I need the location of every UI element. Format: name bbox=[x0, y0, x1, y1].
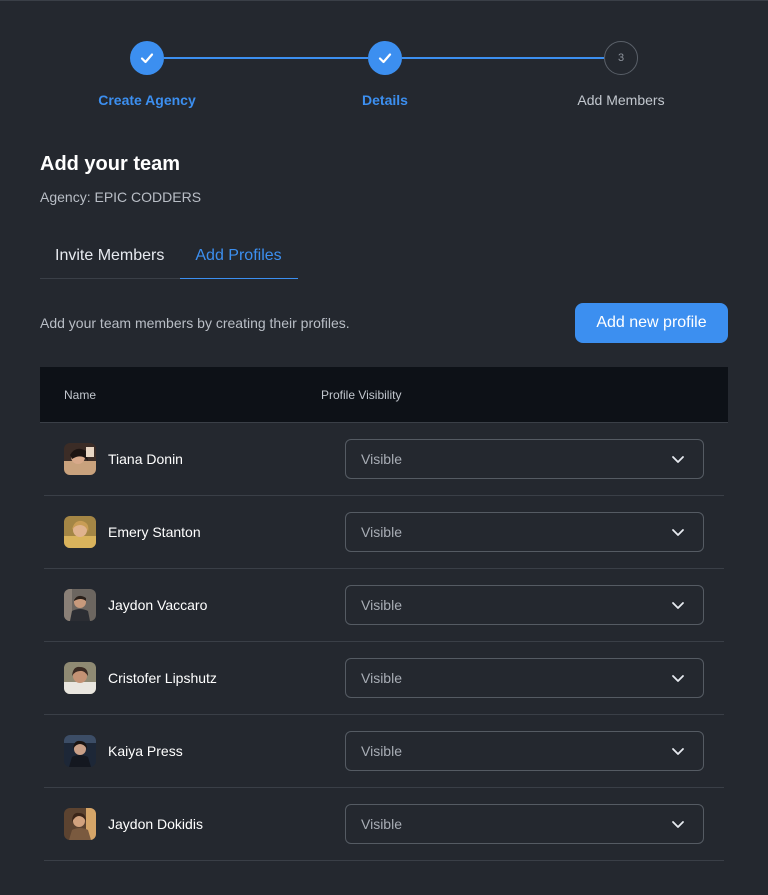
table-row: Emery Stanton Visible bbox=[44, 496, 724, 569]
name-cell: Jaydon Vaccaro bbox=[44, 589, 345, 621]
tab-bar: Invite Members Add Profiles bbox=[40, 237, 298, 279]
check-icon bbox=[130, 41, 164, 75]
step-label: Details bbox=[362, 92, 408, 108]
table-row: Kaiya Press Visible bbox=[44, 715, 724, 788]
avatar bbox=[64, 516, 96, 548]
name-cell: Cristofer Lipshutz bbox=[44, 662, 345, 694]
avatar bbox=[64, 808, 96, 840]
avatar bbox=[64, 735, 96, 767]
visibility-select[interactable]: Visible bbox=[345, 439, 704, 479]
column-header-visibility: Profile Visibility bbox=[321, 387, 402, 402]
visibility-value: Visible bbox=[361, 451, 402, 467]
name-cell: Tiana Donin bbox=[44, 443, 345, 475]
member-name: Jaydon Vaccaro bbox=[108, 597, 208, 613]
step-label: Create Agency bbox=[98, 92, 196, 108]
avatar bbox=[64, 589, 96, 621]
avatar bbox=[64, 662, 96, 694]
step-details[interactable]: Details bbox=[315, 41, 455, 108]
member-name: Kaiya Press bbox=[108, 743, 183, 759]
chevron-down-icon bbox=[672, 748, 684, 755]
member-name: Jaydon Dokidis bbox=[108, 816, 203, 832]
add-new-profile-button[interactable]: Add new profile bbox=[575, 303, 728, 343]
name-cell: Kaiya Press bbox=[44, 735, 345, 767]
visibility-select[interactable]: Visible bbox=[345, 512, 704, 552]
visibility-value: Visible bbox=[361, 743, 402, 759]
step-label: Add Members bbox=[577, 92, 665, 108]
column-header-name: Name bbox=[64, 387, 97, 402]
table-row: Cristofer Lipshutz Visible bbox=[44, 642, 724, 715]
step-create-agency[interactable]: Create Agency bbox=[77, 41, 217, 108]
visibility-value: Visible bbox=[361, 816, 402, 832]
table-row: Jaydon Dokidis Visible bbox=[44, 788, 724, 861]
visibility-value: Visible bbox=[361, 524, 402, 540]
chevron-down-icon bbox=[672, 821, 684, 828]
add-team-page: Create Agency Details 3 Add Members Add … bbox=[0, 0, 768, 895]
table-row: Tiana Donin Visible bbox=[44, 423, 724, 496]
name-cell: Jaydon Dokidis bbox=[44, 808, 345, 840]
chevron-down-icon bbox=[672, 529, 684, 536]
visibility-select[interactable]: Visible bbox=[345, 731, 704, 771]
visibility-select[interactable]: Visible bbox=[345, 585, 704, 625]
visibility-value: Visible bbox=[361, 597, 402, 613]
section-description: Add your team members by creating their … bbox=[40, 315, 350, 331]
avatar bbox=[64, 443, 96, 475]
member-name: Cristofer Lipshutz bbox=[108, 670, 217, 686]
progress-stepper: Create Agency Details 3 Add Members bbox=[0, 1, 768, 121]
step-number: 3 bbox=[604, 41, 638, 75]
profiles-table: Name Profile Visibility Tiana Donin Visi… bbox=[40, 367, 728, 861]
tab-invite-members[interactable]: Invite Members bbox=[40, 237, 181, 279]
visibility-value: Visible bbox=[361, 670, 402, 686]
visibility-select[interactable]: Visible bbox=[345, 804, 704, 844]
member-name: Tiana Donin bbox=[108, 451, 183, 467]
visibility-select[interactable]: Visible bbox=[345, 658, 704, 698]
page-title: Add your team bbox=[40, 153, 181, 175]
step-add-members[interactable]: 3 Add Members bbox=[551, 41, 691, 108]
tab-add-profiles[interactable]: Add Profiles bbox=[180, 237, 298, 279]
table-header: Name Profile Visibility bbox=[40, 367, 728, 423]
name-cell: Emery Stanton bbox=[44, 516, 345, 548]
agency-name: Agency: EPIC CODDERS bbox=[40, 189, 202, 205]
table-row: Jaydon Vaccaro Visible bbox=[44, 569, 724, 642]
member-name: Emery Stanton bbox=[108, 524, 201, 540]
check-icon bbox=[368, 41, 402, 75]
chevron-down-icon bbox=[672, 675, 684, 682]
chevron-down-icon bbox=[672, 456, 684, 463]
chevron-down-icon bbox=[672, 602, 684, 609]
